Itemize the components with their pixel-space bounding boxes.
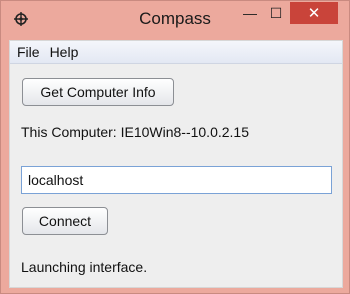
status-text: Launching interface.: [21, 259, 148, 275]
close-button[interactable]: ✕: [290, 2, 338, 24]
maximize-button[interactable]: ☐: [263, 2, 289, 24]
app-window: Compass — ☐ ✕ File Help Get Computer Inf…: [0, 0, 350, 294]
menu-help[interactable]: Help: [45, 44, 84, 60]
menu-bar: File Help: [10, 41, 342, 64]
connect-button[interactable]: Connect: [22, 207, 108, 235]
host-input[interactable]: localhost: [21, 166, 332, 194]
title-bar[interactable]: Compass — ☐ ✕: [1, 1, 349, 39]
get-computer-info-button[interactable]: Get Computer Info: [22, 78, 174, 106]
computer-info-label: This Computer: IE10Win8--10.0.2.15: [21, 124, 249, 140]
menu-file[interactable]: File: [10, 44, 45, 60]
client-area: File Help Get Computer Info This Compute…: [9, 40, 343, 288]
minimize-button[interactable]: —: [237, 2, 263, 24]
